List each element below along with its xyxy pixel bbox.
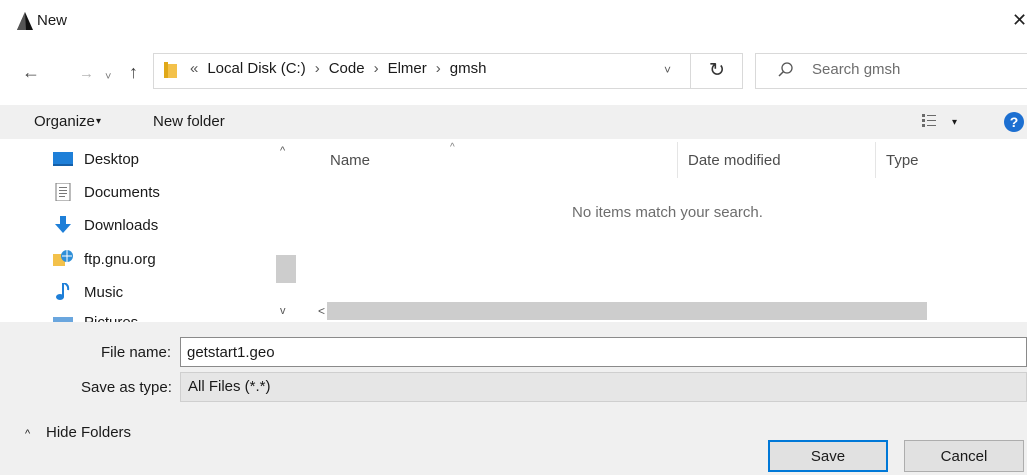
cancel-button[interactable]: Cancel xyxy=(904,440,1024,472)
up-button[interactable]: ↑ xyxy=(129,62,138,82)
sidebar-item-label: ftp.gnu.org xyxy=(84,250,156,268)
column-header-type[interactable]: Type xyxy=(886,152,919,169)
scrollbar-thumb[interactable] xyxy=(327,302,927,320)
refresh-icon[interactable]: ↻ xyxy=(709,59,725,82)
breadcrumb-separator[interactable]: › xyxy=(374,60,379,77)
downloads-icon xyxy=(52,216,74,234)
hide-folders-button[interactable]: Hide Folders xyxy=(46,424,131,441)
file-name-label: File name: xyxy=(101,344,172,361)
column-header-name[interactable]: Name xyxy=(330,152,370,169)
back-button[interactable]: ← xyxy=(22,62,40,82)
help-icon[interactable]: ? xyxy=(1004,112,1024,132)
pictures-icon xyxy=(52,314,74,322)
folder-icon xyxy=(164,62,177,78)
sidebar-scrollbar[interactable] xyxy=(274,140,298,322)
sidebar-item-label: Music xyxy=(84,283,124,301)
desktop-icon xyxy=(52,150,74,168)
sidebar-item-music[interactable]: Music xyxy=(52,283,123,301)
window-title: New xyxy=(37,12,68,29)
sidebar-item-pictures[interactable]: Pictures xyxy=(52,314,138,322)
save-button[interactable]: Save xyxy=(768,440,888,472)
title-bar xyxy=(0,0,1027,44)
sidebar-item-downloads[interactable]: Downloads xyxy=(52,216,158,234)
breadcrumb-item[interactable]: gmsh xyxy=(450,60,487,77)
breadcrumb: « Local Disk (C:) › Code › Elmer › gmsh xyxy=(190,60,486,77)
file-name-field[interactable] xyxy=(180,337,1027,367)
app-logo-icon xyxy=(17,12,33,30)
search-input[interactable]: Search gmsh xyxy=(812,61,900,78)
organize-button[interactable]: Organize xyxy=(34,113,95,130)
documents-icon xyxy=(52,183,74,201)
chevron-down-icon[interactable]: ▾ xyxy=(952,117,957,128)
breadcrumb-item[interactable]: Elmer xyxy=(388,60,427,77)
breadcrumb-separator[interactable]: › xyxy=(315,60,320,77)
music-icon xyxy=(52,283,74,301)
breadcrumb-item[interactable]: Code xyxy=(329,60,365,77)
scrollbar-thumb[interactable] xyxy=(276,255,296,283)
view-options-icon[interactable] xyxy=(922,113,936,127)
scroll-down-icon[interactable]: v xyxy=(280,305,286,317)
chevron-up-icon[interactable]: ^ xyxy=(25,428,30,440)
recent-locations-icon[interactable]: ˅ xyxy=(105,67,111,87)
column-divider[interactable] xyxy=(677,142,678,178)
sidebar-item-label: Pictures xyxy=(84,314,138,322)
sidebar-item-desktop[interactable]: Desktop xyxy=(52,150,139,168)
sort-ascending-icon: ^ xyxy=(450,142,455,153)
sidebar-item-label: Desktop xyxy=(84,150,140,168)
sidebar-item-label: Documents xyxy=(84,183,160,201)
empty-state-message: No items match your search. xyxy=(572,204,763,221)
scroll-left-icon[interactable]: < xyxy=(318,304,325,318)
forward-button[interactable]: → xyxy=(79,64,94,84)
breadcrumb-overflow[interactable]: « xyxy=(190,60,198,77)
chevron-down-icon[interactable]: ▾ xyxy=(96,116,101,127)
search-icon xyxy=(778,62,793,77)
network-location-icon xyxy=(52,250,74,268)
column-divider[interactable] xyxy=(875,142,876,178)
sidebar-item-label: Downloads xyxy=(84,216,159,234)
chevron-down-icon[interactable]: ˅ xyxy=(664,63,671,77)
column-header-date-modified[interactable]: Date modified xyxy=(688,152,781,169)
scroll-up-icon[interactable]: ^ xyxy=(280,145,285,157)
sidebar-item-ftp[interactable]: ftp.gnu.org xyxy=(52,250,156,268)
breadcrumb-item[interactable]: Local Disk (C:) xyxy=(207,60,305,77)
save-type-select[interactable]: All Files (*.*) xyxy=(180,372,1027,402)
save-type-label: Save as type: xyxy=(81,379,172,396)
new-folder-button[interactable]: New folder xyxy=(153,113,225,130)
breadcrumb-separator[interactable]: › xyxy=(436,60,441,77)
close-icon[interactable]: ✕ xyxy=(1012,10,1027,30)
sidebar-item-documents[interactable]: Documents xyxy=(52,183,160,201)
